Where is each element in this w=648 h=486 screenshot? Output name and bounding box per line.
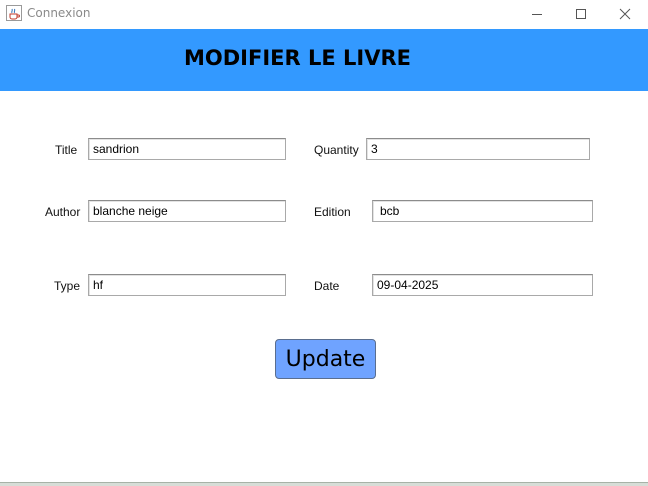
title-field[interactable]	[88, 138, 286, 160]
minimize-icon	[532, 14, 542, 15]
title-label: Title	[55, 143, 78, 157]
author-field[interactable]	[88, 200, 286, 222]
type-field[interactable]	[88, 274, 286, 296]
minimize-button[interactable]	[514, 0, 560, 28]
type-label: Type	[54, 279, 81, 293]
edition-label: Edition	[314, 205, 351, 219]
window-titlebar[interactable]: Connexion	[0, 0, 648, 28]
quantity-field[interactable]	[366, 138, 590, 160]
update-button[interactable]: Update	[275, 339, 376, 379]
close-button[interactable]	[602, 0, 648, 28]
author-label: Author	[45, 205, 81, 219]
quantity-label: Quantity	[314, 143, 359, 157]
maximize-button[interactable]	[558, 0, 604, 28]
edition-field[interactable]	[372, 200, 593, 222]
date-label: Date	[314, 279, 340, 293]
window-bottom-edge	[0, 482, 648, 486]
close-icon	[619, 8, 631, 20]
page-title: MODIFIER LE LIVRE	[184, 46, 411, 70]
date-field[interactable]	[372, 274, 593, 296]
java-cup-icon	[6, 5, 22, 21]
maximize-icon	[576, 9, 586, 19]
window-title: Connexion	[27, 6, 91, 20]
